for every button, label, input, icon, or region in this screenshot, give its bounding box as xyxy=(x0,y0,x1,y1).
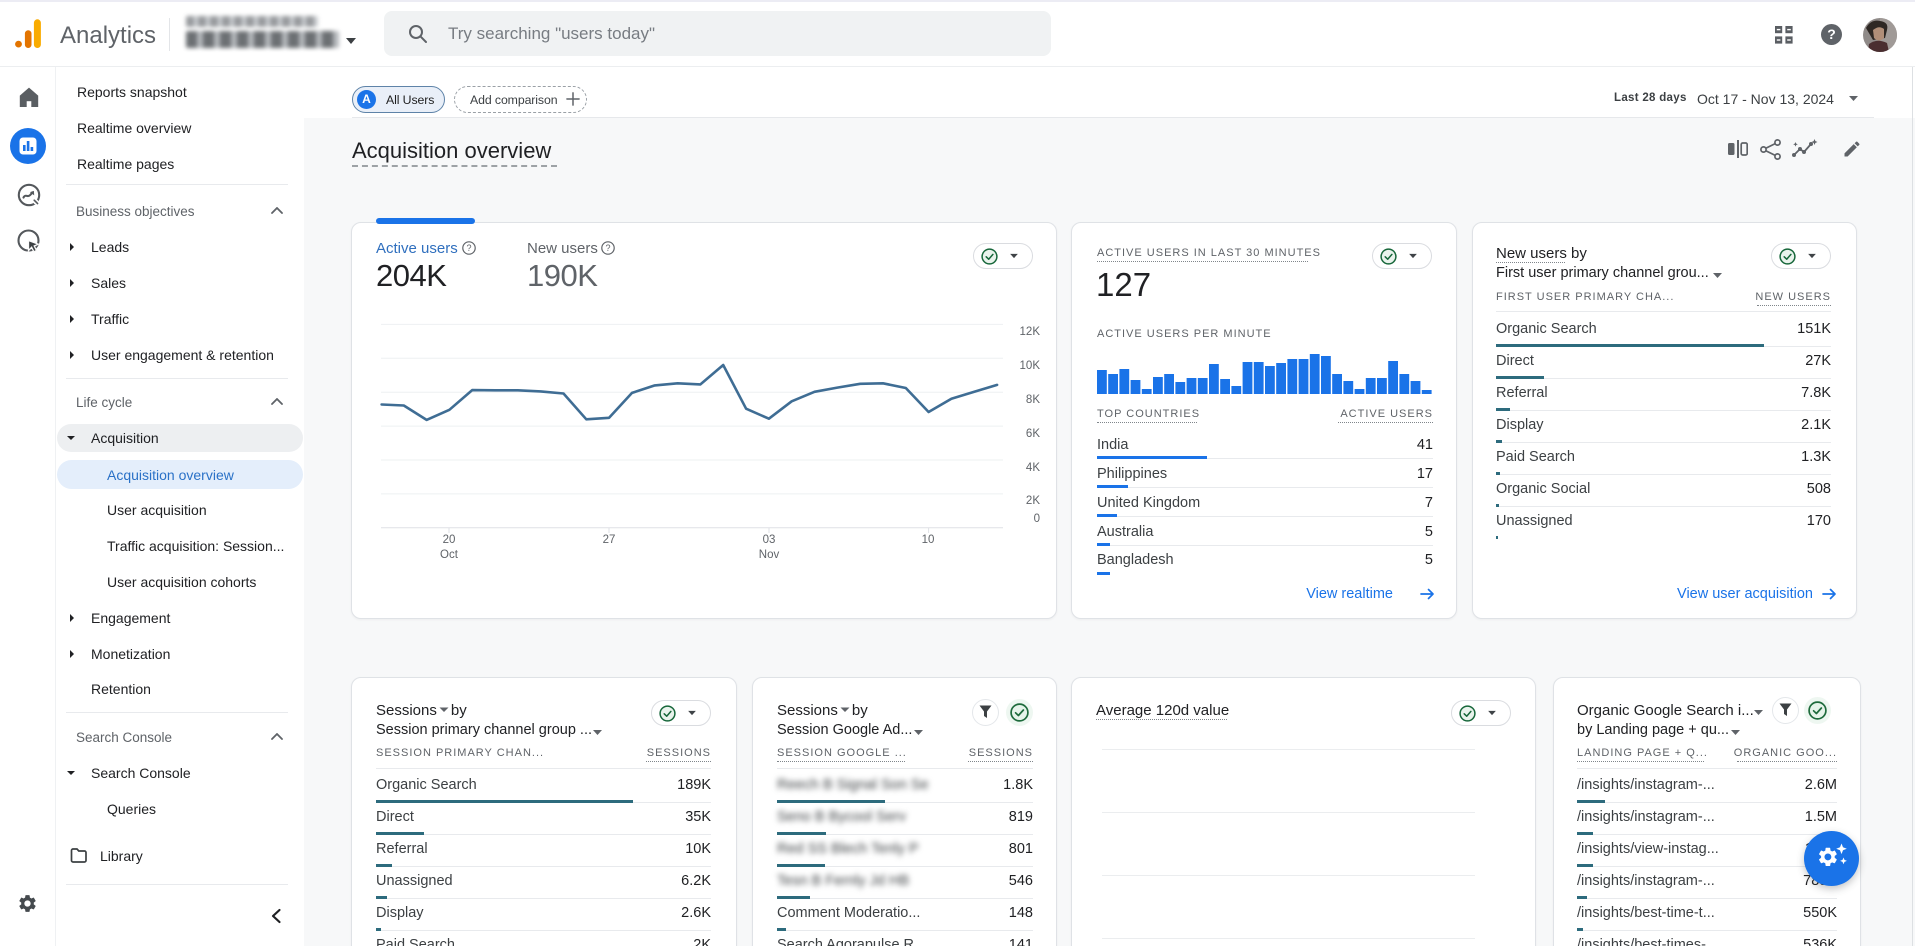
svg-text:?: ? xyxy=(466,243,471,253)
svg-text:?: ? xyxy=(605,243,610,253)
